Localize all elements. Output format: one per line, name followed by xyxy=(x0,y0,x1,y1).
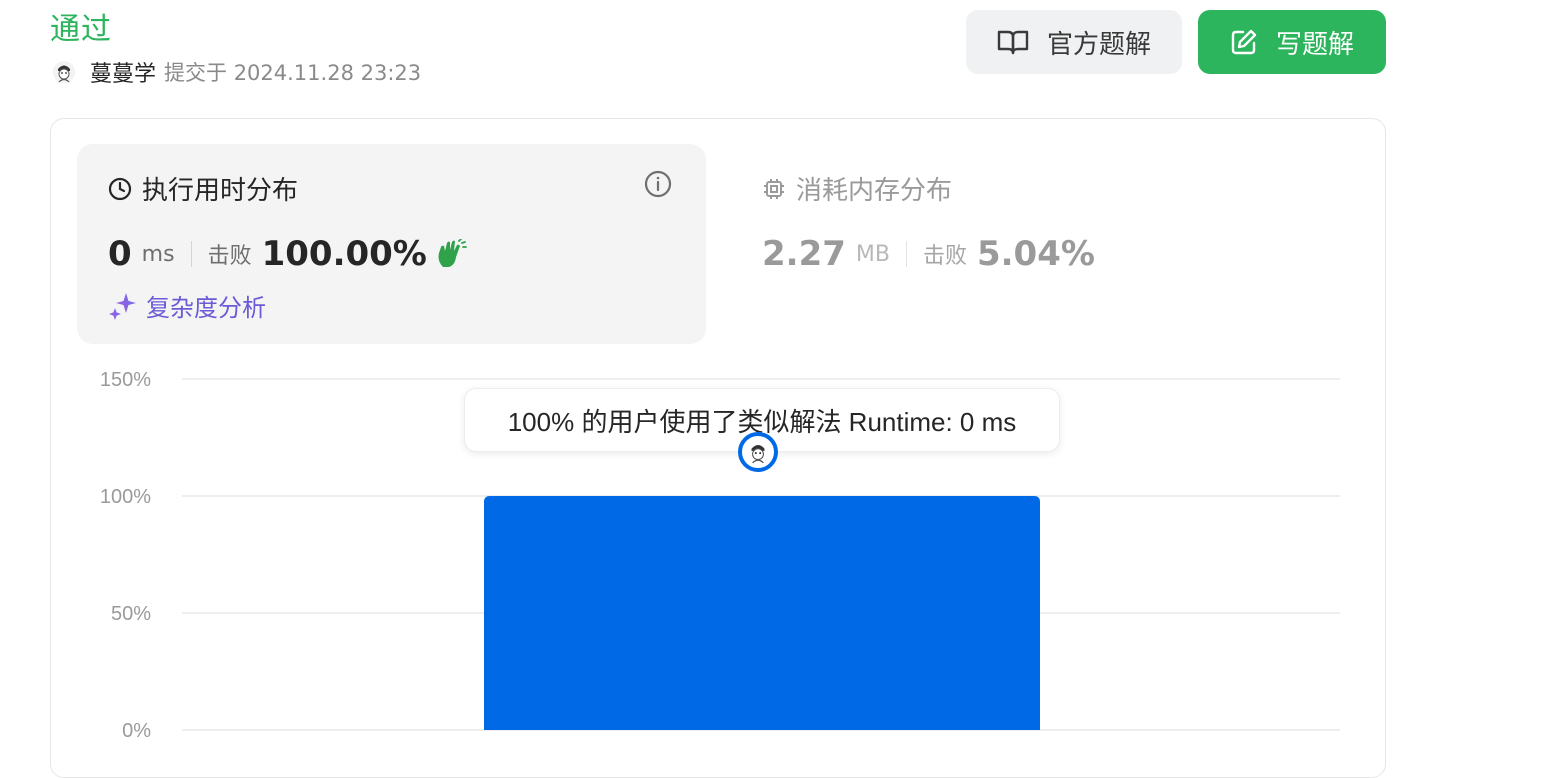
submitter-info: 蔓蔓学 提交于 2024.11.28 23:23 xyxy=(52,57,421,87)
memory-beat-label: 击败 xyxy=(922,244,967,269)
info-icon[interactable] xyxy=(644,170,672,202)
chip-icon xyxy=(762,177,786,201)
memory-beat-percent: 5.04% xyxy=(976,234,1095,274)
avatar[interactable] xyxy=(52,60,76,84)
memory-value: 2.27 xyxy=(762,234,846,274)
runtime-heading-text: 执行用时分布 xyxy=(142,176,299,206)
book-open-icon xyxy=(997,29,1029,55)
write-solution-button[interactable]: 写题解 xyxy=(1198,10,1386,74)
divider xyxy=(190,241,192,267)
status-title: 通过 xyxy=(50,12,112,47)
memory-heading-text: 消耗内存分布 xyxy=(796,176,953,206)
edit-icon xyxy=(1230,28,1258,56)
clap-hands-icon xyxy=(435,239,467,269)
user-name[interactable]: 蔓蔓学 xyxy=(90,56,156,88)
runtime-beat-label: 击败 xyxy=(207,244,252,269)
divider xyxy=(905,241,907,267)
runtime-beat-percent: 100.00% xyxy=(261,234,427,274)
runtime-value: 0 xyxy=(108,234,132,274)
official-solution-button[interactable]: 官方题解 xyxy=(966,10,1182,74)
complexity-label: 复杂度分析 xyxy=(146,294,266,322)
user-position-marker[interactable] xyxy=(738,432,778,472)
official-solution-label: 官方题解 xyxy=(1046,29,1151,60)
write-solution-label: 写题解 xyxy=(1275,29,1354,60)
memory-stats: 2.27 MB 击败 5.04% xyxy=(762,232,1095,276)
memory-heading[interactable]: 消耗内存分布 xyxy=(762,170,952,207)
clock-icon xyxy=(108,177,132,201)
submission-time: 提交于 2024.11.28 23:23 xyxy=(164,61,422,85)
runtime-stats: 0 ms 击败 100.00% xyxy=(108,232,467,276)
complexity-analysis-link[interactable]: 复杂度分析 xyxy=(108,288,266,323)
runtime-heading: 执行用时分布 xyxy=(108,170,298,207)
sparkle-icon xyxy=(108,291,138,321)
memory-unit: MB xyxy=(855,241,890,267)
avatar-icon xyxy=(751,444,765,464)
runtime-unit: ms xyxy=(141,241,175,267)
